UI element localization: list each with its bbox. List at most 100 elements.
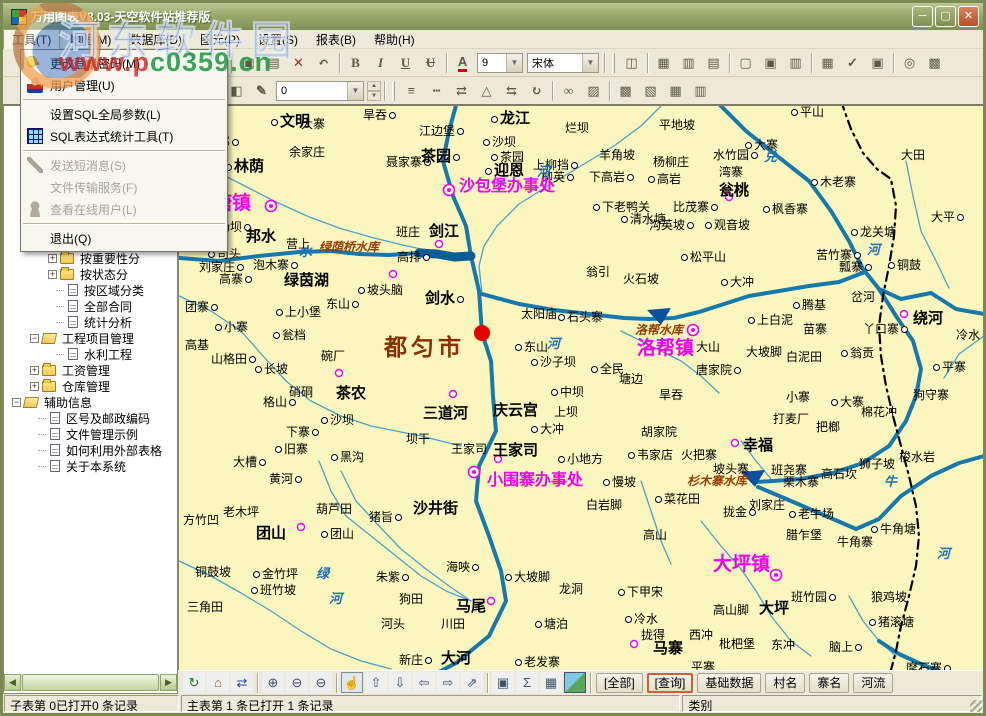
hatch-icon[interactable]: ▨ — [582, 80, 605, 102]
menu-item-SQL表达式统计工具(T)[interactable]: SQL表达式统计工具(T) — [21, 125, 227, 147]
grid-icon[interactable]: ▦ — [540, 672, 562, 693]
left-icon[interactable]: ⇦ — [413, 672, 435, 693]
strike-icon[interactable]: U — [419, 52, 442, 74]
line-width-spinner[interactable]: ▲▼ — [367, 81, 381, 101]
flip-icon[interactable]: ⇆ — [500, 80, 523, 102]
pattern4-icon[interactable]: ▥ — [689, 80, 712, 102]
home-icon[interactable]: ⌂ — [207, 672, 229, 693]
hand-icon[interactable]: ☝ — [341, 672, 363, 693]
right-icon[interactable]: ⇨ — [437, 672, 459, 693]
collapse-icon[interactable]: − — [30, 334, 39, 343]
filter-button-村名[interactable]: 村名 — [765, 673, 805, 693]
menu-地图(M)[interactable]: 地图(M) — [60, 29, 120, 50]
pattern3-icon[interactable]: ▦ — [664, 80, 687, 102]
menu-帮助(H)[interactable]: 帮助(H) — [365, 29, 424, 50]
spin-down-icon[interactable]: ▼ — [367, 91, 381, 101]
pattern2-icon[interactable]: ▧ — [639, 80, 662, 102]
italic-icon[interactable]: I — [369, 52, 392, 74]
close-button[interactable]: ✕ — [958, 6, 979, 27]
tree-item[interactable]: 按区域分类 — [4, 282, 177, 298]
zoom-in-icon[interactable]: ⊕ — [262, 672, 284, 693]
table-del-icon[interactable]: ▥ — [677, 52, 700, 74]
tree-item[interactable]: +按状态分 — [4, 266, 177, 282]
tree-item[interactable]: 全部合同 — [4, 298, 177, 314]
pan-diag-icon[interactable]: ⇗ — [461, 672, 483, 693]
tree-horizontal-scrollbar[interactable]: ◀ ▶ — [4, 674, 177, 691]
menu-item-设置SQL全局参数(L)[interactable]: 设置SQL全局参数(L) — [21, 103, 227, 125]
chevron-down-icon[interactable]: ▼ — [347, 82, 363, 100]
link-icon[interactable]: ∞ — [557, 80, 580, 102]
up-icon[interactable]: ⇧ — [365, 672, 387, 693]
resize-grip[interactable] — [970, 700, 982, 712]
node-edit-icon[interactable]: △ — [475, 80, 498, 102]
thick-lines-icon[interactable]: ≡ — [400, 80, 423, 102]
zoom-out-icon[interactable]: ⊖ — [286, 672, 308, 693]
print-copy-icon[interactable]: ▣ — [866, 52, 889, 74]
minimize-button[interactable]: ─ — [912, 6, 933, 27]
copy-icon[interactable]: ▣ — [237, 52, 260, 74]
underline-icon[interactable]: U — [394, 52, 417, 74]
tree-item[interactable]: −工程项目管理 — [4, 330, 177, 346]
toolbar-handle[interactable] — [612, 53, 615, 73]
menu-item-更改登录密码(M)[interactable]: 更改登录密码(M) — [21, 52, 227, 74]
arrows-icon[interactable]: ⇄ — [450, 80, 473, 102]
delete-icon[interactable]: ✕ — [287, 52, 310, 74]
chevron-down-icon[interactable]: ▼ — [506, 54, 522, 72]
form-icon[interactable]: ▢ — [734, 52, 757, 74]
grid-icon[interactable]: ▦ — [816, 52, 839, 74]
toolbar-handle[interactable] — [392, 81, 395, 101]
sum-icon[interactable]: Σ — [516, 672, 538, 693]
filter-button-河流[interactable]: 河流 — [853, 673, 893, 693]
font-color-icon[interactable]: A — [451, 52, 474, 74]
scroll-right-icon[interactable]: ▶ — [160, 674, 177, 691]
export-icon[interactable]: ⇄ — [231, 672, 253, 693]
layers-icon[interactable]: ▣ — [492, 672, 514, 693]
scrollbar-thumb[interactable] — [22, 674, 159, 691]
table-calc-icon[interactable]: ▤ — [702, 52, 725, 74]
grid-close-icon[interactable]: ▩ — [923, 52, 946, 74]
menu-设置(S)[interactable]: 设置(S) — [249, 29, 307, 50]
tree-item[interactable]: 区号及邮政编码 — [4, 410, 177, 426]
tree-item[interactable]: 如何利用外部表格 — [4, 442, 177, 458]
expand-icon[interactable]: + — [30, 366, 39, 375]
image-icon[interactable] — [564, 672, 586, 693]
rotate-icon[interactable]: ↻ — [525, 80, 548, 102]
collapse-icon[interactable]: − — [12, 398, 21, 407]
menu-item-用户管理(U)[interactable]: 用户管理(U) — [21, 74, 227, 96]
filter-button-全部[interactable]: [全部] — [596, 673, 643, 693]
font-name-combo[interactable]: 宋体▼ — [527, 53, 599, 73]
pattern1-icon[interactable]: ▩ — [614, 80, 637, 102]
tree-item[interactable]: 关于本系统 — [4, 458, 177, 474]
tree-item[interactable]: 文件管理示例 — [4, 426, 177, 442]
menu-工具(T)[interactable]: 工具(T) — [3, 29, 60, 50]
menu-item-退出(Q)[interactable]: 退出(Q) — [21, 227, 227, 249]
maximize-button[interactable]: ▢ — [935, 6, 956, 27]
map-canvas[interactable]: 文明大寨旱吞江边堡龙江烂坝翁郎余家庄聂家寨茶园沙坝茶园林荫庙迎恩上柳挡柳英平地坡… — [178, 104, 983, 670]
paste-icon[interactable]: ▤ — [262, 52, 285, 74]
toolbar-handle[interactable] — [229, 53, 232, 73]
expand-icon[interactable]: + — [48, 270, 57, 279]
spellcheck-icon[interactable]: ✓ — [841, 52, 864, 74]
bold-icon[interactable]: B — [344, 52, 367, 74]
tree-item[interactable]: +仓库管理 — [4, 378, 177, 394]
dashed-icon[interactable]: ┅ — [425, 80, 448, 102]
line-width-combo[interactable]: 0▼ — [276, 81, 364, 101]
undo-icon[interactable]: ↶ — [312, 52, 335, 74]
menu-图元(P)[interactable]: 图元(P) — [191, 29, 249, 50]
preview-icon[interactable]: ◎ — [898, 52, 921, 74]
menu-数据库(D)[interactable]: 数据库(D) — [120, 29, 191, 50]
fill-color-icon[interactable]: ◧ — [225, 80, 248, 102]
spin-up-icon[interactable]: ▲ — [367, 81, 381, 91]
tree-item[interactable]: 统计分析 — [4, 314, 177, 330]
tree-item[interactable]: +按重要性分 — [4, 250, 177, 266]
filter-button-基础数据[interactable]: 基础数据 — [697, 673, 761, 693]
chevron-down-icon[interactable]: ▼ — [582, 54, 598, 72]
down-icon[interactable]: ⇩ — [389, 672, 411, 693]
menu-报表(B)[interactable]: 报表(B) — [307, 29, 365, 50]
expand-icon[interactable]: + — [30, 382, 39, 391]
pen-color-icon[interactable]: ✎ — [250, 80, 273, 102]
tree-item[interactable]: −辅助信息 — [4, 394, 177, 410]
db-lookup-icon[interactable]: ◫ — [620, 52, 643, 74]
font-size-combo[interactable]: 9▼ — [477, 53, 523, 73]
zoom-far-icon[interactable]: ⊖ — [310, 672, 332, 693]
